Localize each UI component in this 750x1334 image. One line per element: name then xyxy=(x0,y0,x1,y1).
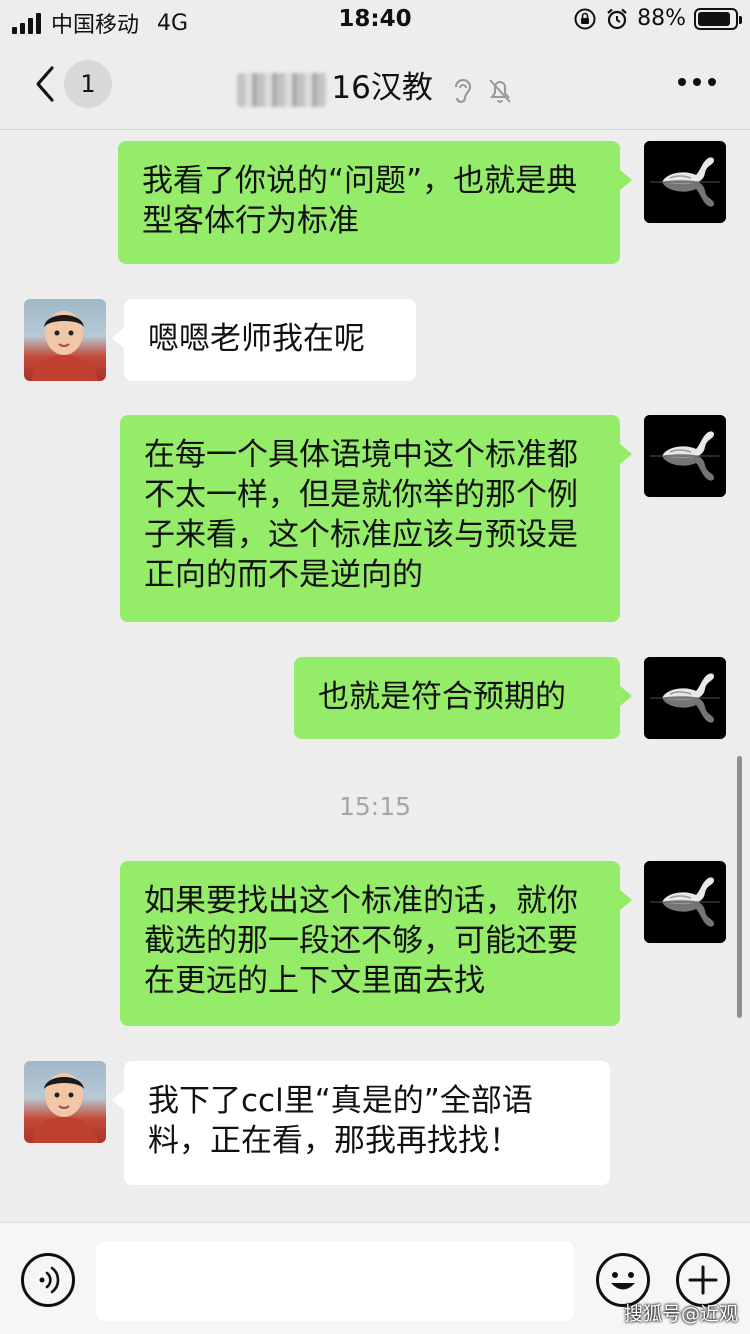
message-text: 我下了ccl里“真是的”全部语料，正在看，那我再找找！ xyxy=(148,1083,533,1159)
message-input[interactable] xyxy=(96,1241,574,1321)
status-right: 88% xyxy=(573,6,742,31)
message-text: 在每一个具体语境中这个标准都不太一样，但是就你举的那个例子来看，这个标准应该与预… xyxy=(144,437,578,593)
my-avatar[interactable] xyxy=(644,415,726,497)
rotation-lock-icon xyxy=(574,8,596,29)
contact-avatar[interactable] xyxy=(24,299,106,381)
scrollbar[interactable] xyxy=(737,756,742,1018)
battery-percent: 88% xyxy=(637,6,686,31)
message-bubble-outgoing[interactable]: 我看了你说的“问题”，也就是典型客体行为标准 xyxy=(118,141,632,264)
earpiece-icon xyxy=(454,78,471,104)
child-face-icon xyxy=(32,1073,98,1143)
chat-title-text: 16汉教 xyxy=(331,70,433,106)
status-bar: 中国移动 4G 18:40 88% xyxy=(0,0,750,40)
message-bubble-outgoing[interactable]: 也就是符合预期的 xyxy=(294,657,632,739)
contact-avatar[interactable] xyxy=(24,1061,106,1143)
nav-divider xyxy=(0,129,750,130)
message-bubble-incoming[interactable]: 嗯嗯老师我在呢 xyxy=(112,299,416,381)
message-bubble-outgoing[interactable]: 在每一个具体语境中这个标准都不太一样，但是就你举的那个例子来看，这个标准应该与预… xyxy=(120,415,632,622)
alarm-icon xyxy=(607,8,627,29)
blurred-name xyxy=(237,72,328,107)
more-icon[interactable] xyxy=(678,78,716,86)
battery-fill xyxy=(698,11,730,26)
watermark: 搜狐号@近观 xyxy=(623,1303,738,1325)
time-stamp: 15:15 xyxy=(338,792,412,821)
my-avatar[interactable] xyxy=(644,861,726,943)
emoji-icon xyxy=(611,1272,635,1290)
message-text: 嗯嗯老师我在呢 xyxy=(148,321,365,357)
message-text: 我看了你说的“问题”，也就是典型客体行为标准 xyxy=(142,163,578,239)
nav-bar: 1 16汉教 xyxy=(0,40,750,130)
child-face-icon xyxy=(32,311,98,381)
message-bubble-outgoing[interactable]: 如果要找出这个标准的话，就你截选的那一段还不够，可能还要在更远的上下文里面去找 xyxy=(120,861,632,1026)
voice-icon xyxy=(39,1266,60,1294)
chat-title: 16汉教 xyxy=(0,62,750,108)
my-avatar[interactable] xyxy=(644,141,726,223)
message-text: 如果要找出这个标准的话，就你截选的那一段还不够，可能还要在更远的上下文里面去找 xyxy=(144,883,578,999)
message-bubble-incoming[interactable]: 我下了ccl里“真是的”全部语料，正在看，那我再找找！ xyxy=(112,1061,610,1185)
plus-icon xyxy=(688,1265,718,1295)
battery-icon xyxy=(694,7,742,30)
message-text: 也就是符合预期的 xyxy=(318,679,566,715)
my-avatar[interactable] xyxy=(644,657,726,739)
input-bar: 搜狐号@近观 xyxy=(0,1222,750,1334)
voice-button[interactable] xyxy=(21,1253,75,1307)
mute-bell-icon xyxy=(488,79,511,103)
